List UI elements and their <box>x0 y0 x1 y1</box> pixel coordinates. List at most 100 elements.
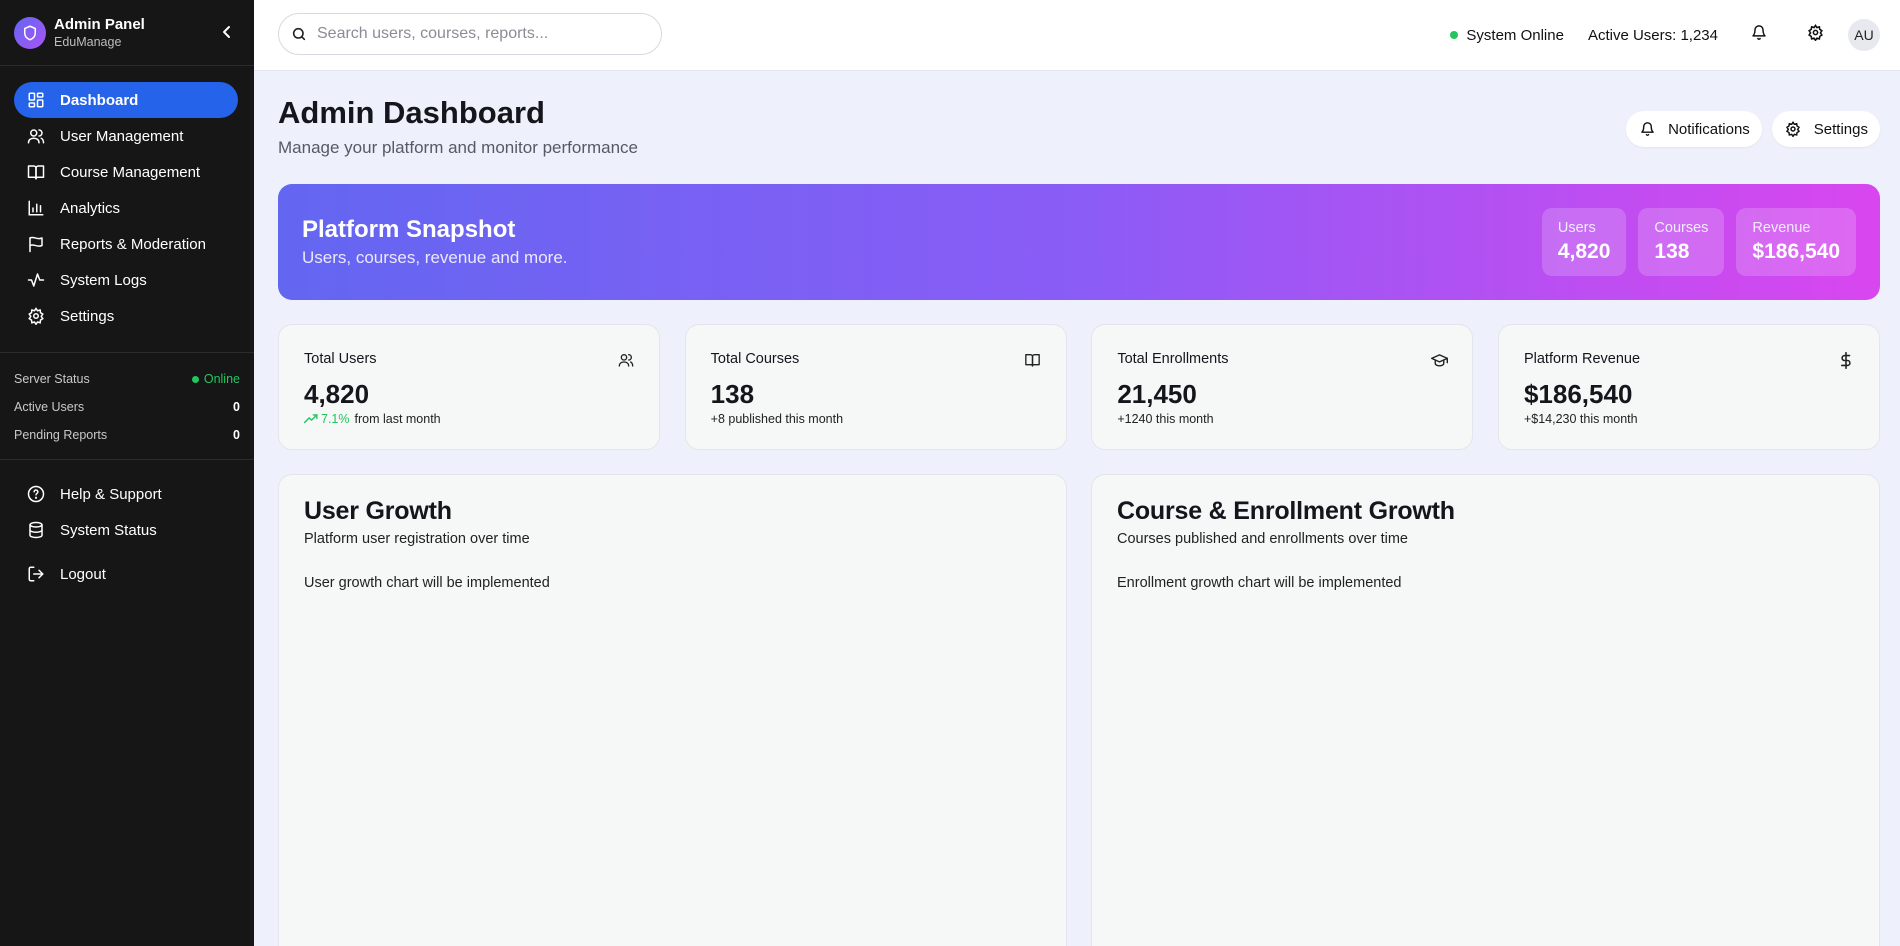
active-users-value: 0 <box>233 400 240 414</box>
server-status-value: Online <box>191 372 240 386</box>
notifications-label: Notifications <box>1668 120 1750 138</box>
sidebar-item-label: Analytics <box>60 199 121 217</box>
stat-value: 21,450 <box>1117 379 1197 409</box>
notifications-header-button[interactable]: Notifications <box>1626 111 1762 147</box>
snapshot-stat-label: Courses <box>1654 220 1709 236</box>
users-icon <box>26 126 46 146</box>
stat-label: Total Users <box>304 351 377 367</box>
gear-icon <box>1784 120 1802 138</box>
pending-reports-value: 0 <box>233 428 240 442</box>
sidebar-item-system-status[interactable]: System Status <box>14 512 238 548</box>
snapshot-title: Platform Snapshot <box>302 216 516 243</box>
sidebar-item-system-logs[interactable]: System Logs <box>14 262 238 298</box>
brand: Admin Panel EduManage <box>0 0 254 66</box>
stat-label: Platform Revenue <box>1523 351 1641 367</box>
pending-reports-label: Pending Reports <box>14 428 108 442</box>
stat-card-total-enrollments: Total Enrollments 21,450 +1240 this mont… <box>1091 324 1474 450</box>
users-icon <box>617 351 635 369</box>
sidebar-item-label: System Status <box>60 521 157 539</box>
server-status-panel: Server Status Online Active Users 0 Pend… <box>0 353 254 459</box>
flag-icon <box>26 234 46 254</box>
logout-button[interactable]: Logout <box>14 556 238 592</box>
panel-title: Course & Enrollment Growth <box>1117 497 1455 525</box>
search-icon <box>291 26 307 42</box>
sidebar-item-settings[interactable]: Settings <box>14 298 238 334</box>
settings-header-button[interactable]: Settings <box>1771 111 1880 147</box>
sidebar: Admin Panel EduManage Dashboard User Man… <box>0 0 254 946</box>
status-dot <box>191 375 199 383</box>
chart-placeholder: User growth chart will be implemented <box>304 575 550 591</box>
chevron-left-icon[interactable] <box>220 24 234 40</box>
stat-sub: from last month <box>354 412 441 426</box>
sidebar-nav: Dashboard User Management Course Managem… <box>0 66 254 334</box>
logout-icon <box>26 564 46 584</box>
active-users-row: Active Users 0 <box>14 393 240 421</box>
notifications-button[interactable] <box>1744 20 1774 50</box>
stat-cards: Total Users 4,820 7.1% from last month T… <box>278 324 1880 450</box>
stat-change: 7.1% from last month <box>304 412 441 426</box>
settings-label: Settings <box>1813 120 1868 138</box>
sidebar-item-label: System Logs <box>60 271 147 289</box>
stat-sub: +1240 this month <box>1117 412 1214 426</box>
stat-card-total-users: Total Users 4,820 7.1% from last month <box>278 324 660 450</box>
brand-title: Admin Panel <box>54 15 145 33</box>
sidebar-item-label: Reports & Moderation <box>60 235 206 253</box>
sidebar-item-help[interactable]: Help & Support <box>14 476 238 512</box>
brand-subtitle: EduManage <box>54 34 122 49</box>
sidebar-item-label: Course Management <box>60 163 201 181</box>
snapshot-stat-courses: Courses 138 <box>1638 208 1725 276</box>
panel-title: User Growth <box>304 497 452 525</box>
sidebar-item-label: Help & Support <box>60 485 162 503</box>
status-dot <box>1450 31 1459 39</box>
active-users-label: Active Users <box>14 400 85 414</box>
sidebar-item-analytics[interactable]: Analytics <box>14 190 238 226</box>
server-status-label: Server Status <box>14 372 90 386</box>
snapshot-stat-value: 4,820 <box>1557 240 1611 263</box>
dollar-icon <box>1837 351 1855 369</box>
bell-icon <box>1751 24 1767 46</box>
snapshot-stat-value: $186,540 <box>1752 240 1840 263</box>
shield-icon <box>14 16 46 49</box>
user-growth-panel: User Growth Platform user registration o… <box>278 474 1067 946</box>
stat-value: 4,820 <box>304 379 370 409</box>
sidebar-item-label: Settings <box>60 307 115 325</box>
page-title: Admin Dashboard <box>278 95 545 130</box>
graduation-cap-icon <box>1430 351 1448 369</box>
snapshot-stat-users: Users 4,820 <box>1541 208 1627 276</box>
snapshot-subtitle: Users, courses, revenue and more. <box>302 248 568 267</box>
sidebar-item-label: User Management <box>60 127 184 145</box>
system-status-text: System Online <box>1466 26 1564 44</box>
search-box[interactable] <box>278 13 662 55</box>
logout-label: Logout <box>60 565 106 583</box>
stat-value: 138 <box>710 379 755 409</box>
sidebar-item-user-management[interactable]: User Management <box>14 118 238 154</box>
activity-icon <box>26 270 46 290</box>
sidebar-item-dashboard[interactable]: Dashboard <box>14 82 238 118</box>
sidebar-item-course-management[interactable]: Course Management <box>14 154 238 190</box>
snapshot-stats: Users 4,820 Courses 138 Revenue $186,540 <box>1530 208 1856 276</box>
sidebar-item-reports[interactable]: Reports & Moderation <box>14 226 238 262</box>
snapshot-stat-label: Revenue <box>1752 220 1811 236</box>
stat-label: Total Enrollments <box>1117 351 1229 367</box>
topbar: System Online Active Users: 1,234 AU <box>254 0 1900 71</box>
book-icon <box>26 162 46 182</box>
stat-label: Total Courses <box>710 351 800 367</box>
enrollment-growth-panel: Course & Enrollment Growth Courses publi… <box>1091 474 1880 946</box>
trend-percent: 7.1% <box>321 412 350 426</box>
trend-up-icon: 7.1% <box>304 412 350 426</box>
database-icon <box>26 520 46 540</box>
stat-card-platform-revenue: Platform Revenue $186,540 +$14,230 this … <box>1497 324 1880 450</box>
page-subtitle: Manage your platform and monitor perform… <box>278 138 639 157</box>
snapshot-stat-label: Users <box>1557 220 1596 236</box>
stat-card-total-courses: Total Courses 138 +8 published this mont… <box>684 324 1067 450</box>
pending-reports-row: Pending Reports 0 <box>14 421 240 449</box>
sidebar-bottom-nav: Help & Support System Status Logout <box>0 460 254 592</box>
active-users-count: Active Users: 1,234 <box>1587 26 1718 44</box>
system-status-indicator: System Online <box>1450 27 1564 44</box>
help-icon <box>26 484 46 504</box>
search-input[interactable] <box>317 25 637 43</box>
avatar[interactable]: AU <box>1848 19 1880 51</box>
settings-button[interactable] <box>1800 20 1830 50</box>
bar-chart-icon <box>26 198 46 218</box>
topbar-right: System Online Active Users: 1,234 AU <box>1450 0 1880 70</box>
